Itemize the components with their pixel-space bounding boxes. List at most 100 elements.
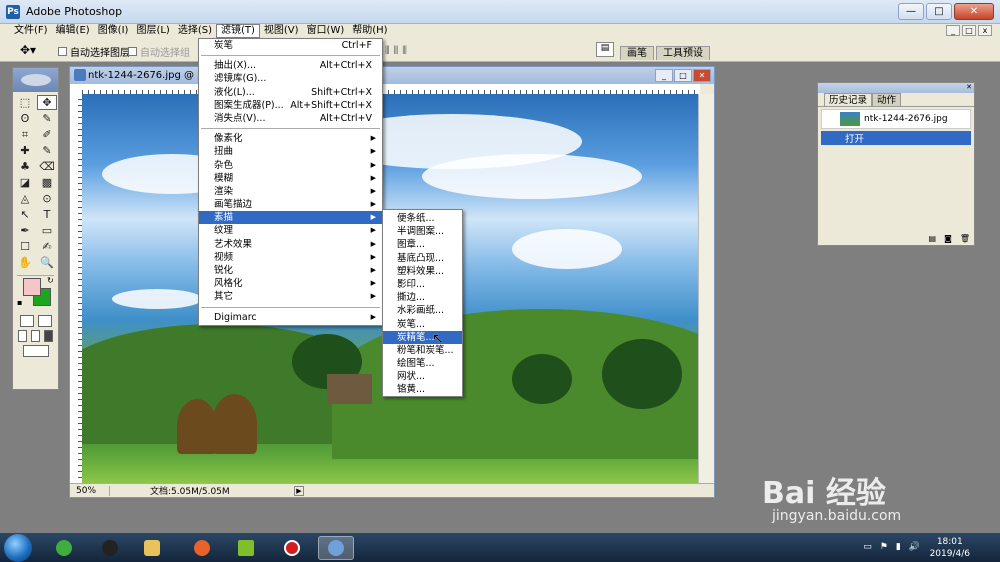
volume-icon[interactable]: 🔊 xyxy=(909,542,920,552)
panel-close-icon[interactable]: ✕ xyxy=(966,83,972,91)
taskbar-firefox-icon[interactable] xyxy=(184,536,220,560)
tab-actions[interactable]: 动作 xyxy=(872,93,902,106)
auto-select-layer-checkbox[interactable]: 自动选择图层 xyxy=(58,44,130,59)
sketch-submenu-item[interactable]: 网状... xyxy=(383,370,462,383)
sketch-submenu-item[interactable]: 便条纸... xyxy=(383,212,462,225)
status-menu-arrow-icon[interactable]: ▶ xyxy=(294,485,304,496)
filter-menu-item[interactable]: 扭曲 ▶ xyxy=(199,145,382,158)
network-icon[interactable]: ▮ xyxy=(896,542,901,552)
sketch-submenu-item[interactable]: 炭笔... xyxy=(383,318,462,331)
taskbar-qq-icon[interactable] xyxy=(92,536,128,560)
tool-icon[interactable]: 🔍 xyxy=(37,255,57,270)
snapshot-camera-icon[interactable]: ◙ xyxy=(944,234,952,243)
filter-menu-item[interactable]: 模糊 ▶ xyxy=(199,172,382,185)
filter-menu-item[interactable]: 图案生成器(P)... Alt+Shift+Ctrl+X xyxy=(199,99,382,112)
tool-icon[interactable]: ✒ xyxy=(15,223,35,238)
system-clock[interactable]: 18:01 2019/4/6 xyxy=(930,536,970,560)
tool-icon[interactable]: ⌗ xyxy=(15,127,35,142)
filter-menu-item[interactable]: 炭笔 Ctrl+F xyxy=(199,39,382,52)
horizontal-ruler[interactable] xyxy=(82,84,700,94)
filter-menu-item[interactable]: 抽出(X)... Alt+Ctrl+X xyxy=(199,59,382,72)
new-document-icon[interactable]: ▤ xyxy=(929,234,937,243)
filter-menu-item[interactable]: 渲染 ▶ xyxy=(199,185,382,198)
close-button[interactable]: ✕ xyxy=(954,3,994,20)
sketch-submenu-item[interactable]: 铬黄... xyxy=(383,383,462,396)
filter-menu-item[interactable]: 杂色 ▶ xyxy=(199,159,382,172)
vertical-ruler[interactable] xyxy=(70,94,82,484)
filter-menu-item[interactable]: Digimarc ▶ xyxy=(199,311,382,324)
sketch-submenu-item[interactable]: 绘图笔... xyxy=(383,357,462,370)
swap-colors-icon[interactable]: ↻ xyxy=(47,276,54,285)
tool-icon[interactable]: ⌫ xyxy=(37,159,57,174)
sketch-submenu-item[interactable]: 撕边... xyxy=(383,291,462,304)
tool-icon[interactable]: ▭ xyxy=(37,223,57,238)
move-tool-icon[interactable]: ✥▾ xyxy=(20,43,36,57)
tool-icon[interactable]: ◪ xyxy=(15,175,35,190)
doc-maximize-button[interactable]: □ xyxy=(674,69,692,82)
screen-mode-standard-icon[interactable] xyxy=(18,330,27,342)
tab-tool-presets[interactable]: 工具预设 xyxy=(656,46,710,60)
sketch-submenu-item[interactable]: 水彩画纸... xyxy=(383,304,462,317)
filter-menu-item[interactable]: 画笔描边 ▶ xyxy=(199,198,382,211)
tool-icon[interactable]: ✎ xyxy=(37,111,57,126)
tool-icon[interactable]: ⊙ xyxy=(37,191,57,206)
maximize-button[interactable]: □ xyxy=(926,3,952,20)
filter-menu-item[interactable]: 风格化 ▶ xyxy=(199,277,382,290)
filter-menu-item[interactable]: 液化(L)... Shift+Ctrl+X xyxy=(199,86,382,99)
tab-brushes[interactable]: 画笔 xyxy=(620,46,654,60)
jump-to-imageready-icon[interactable] xyxy=(22,345,49,357)
screen-mode-full-icon[interactable] xyxy=(44,330,53,342)
auto-select-group-checkbox[interactable]: 自动选择组 xyxy=(128,44,190,59)
palette-well-icon[interactable]: ▤ xyxy=(596,42,614,57)
vertical-scrollbar[interactable] xyxy=(698,94,714,484)
filter-menu-item[interactable]: 艺术效果 ▶ xyxy=(199,238,382,251)
history-snapshot[interactable]: ntk-1244-2676.jpg xyxy=(821,109,971,129)
tool-icon[interactable]: ▩ xyxy=(37,175,57,190)
taskbar-explorer-icon[interactable] xyxy=(134,536,170,560)
tool-icon[interactable]: ☐ xyxy=(15,239,35,254)
filter-menu-item[interactable]: 视频 ▶ xyxy=(199,251,382,264)
menu-file[interactable]: 文件(F) xyxy=(10,24,52,38)
keyboard-icon[interactable]: ▭ xyxy=(863,542,872,552)
tool-icon[interactable]: ↖ xyxy=(15,207,35,222)
filter-menu-item[interactable]: 像素化 ▶ xyxy=(199,132,382,145)
tool-icon[interactable]: T xyxy=(37,207,57,222)
sketch-submenu-item[interactable]: 基底凸现... xyxy=(383,252,462,265)
sketch-submenu-item[interactable]: 塑料效果... xyxy=(383,265,462,278)
tool-icon[interactable]: ✐ xyxy=(37,127,57,142)
menu-window[interactable]: 窗口(W) xyxy=(303,24,349,38)
sketch-submenu-item[interactable]: 影印... xyxy=(383,278,462,291)
menu-edit[interactable]: 编辑(E) xyxy=(52,24,94,38)
flag-icon[interactable]: ⚑ xyxy=(880,542,888,552)
menu-select[interactable]: 选择(S) xyxy=(174,24,216,38)
sketch-submenu-item[interactable]: 图章... xyxy=(383,238,462,251)
align-icons[interactable]: ⫴⫴⫴ xyxy=(385,44,411,58)
menu-layer[interactable]: 图层(L) xyxy=(132,24,173,38)
quick-mask-icon[interactable] xyxy=(37,315,52,327)
sketch-submenu-item[interactable]: 半调图案... xyxy=(383,225,462,238)
menu-view[interactable]: 视图(V) xyxy=(260,24,303,38)
history-state-open[interactable]: 打开 xyxy=(821,131,971,145)
tool-icon[interactable]: ʘ xyxy=(15,111,35,126)
tool-icon[interactable]: ✎ xyxy=(37,143,57,158)
menu-image[interactable]: 图像(I) xyxy=(94,24,133,38)
filter-menu-item[interactable]: 素描 ▶ xyxy=(199,211,382,225)
mdi-close-button[interactable]: x xyxy=(978,25,992,36)
trash-icon[interactable]: 🗑 xyxy=(960,234,970,243)
tab-history[interactable]: 历史记录 xyxy=(824,93,873,106)
tool-icon[interactable]: ◬ xyxy=(15,191,35,206)
taskbar-app-icon[interactable] xyxy=(46,536,82,560)
tool-icon[interactable]: ⬚ xyxy=(15,95,35,110)
menu-filter[interactable]: 滤镜(T) xyxy=(215,24,260,38)
screen-mode-full-menu-icon[interactable] xyxy=(31,330,40,342)
mdi-minimize-button[interactable]: _ xyxy=(946,25,960,36)
standard-mode-icon[interactable] xyxy=(19,315,34,327)
menu-help[interactable]: 帮助(H) xyxy=(348,24,391,38)
tool-icon[interactable]: ✥ xyxy=(37,95,57,110)
taskbar-recorder-icon[interactable] xyxy=(274,536,310,560)
start-button[interactable] xyxy=(4,534,32,562)
taskbar-photoshop-icon[interactable] xyxy=(318,536,354,560)
filter-menu-item[interactable]: 消失点(V)... Alt+Ctrl+V xyxy=(199,112,382,125)
doc-minimize-button[interactable]: _ xyxy=(655,69,673,82)
tool-icon[interactable]: ✚ xyxy=(15,143,35,158)
